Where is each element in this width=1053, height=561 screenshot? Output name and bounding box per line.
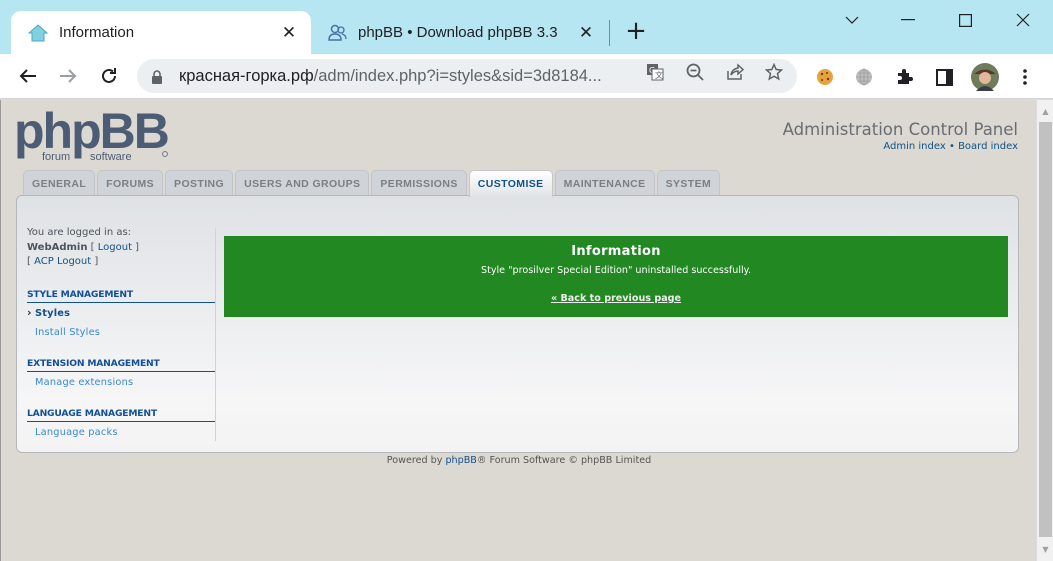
scroll-down-icon[interactable]: ▼	[1037, 541, 1053, 558]
logout-link[interactable]: Logout	[98, 242, 132, 253]
acp-tabs: GENERAL FORUMS POSTING USERS AND GROUPS …	[23, 170, 722, 197]
menu-heading-language-management: LANGUAGE MANAGEMENT	[27, 408, 215, 422]
minimize-icon[interactable]	[893, 8, 923, 32]
logo-sub-left: forum	[42, 151, 70, 163]
back-to-previous-page-link[interactable]: « Back to previous page	[551, 293, 681, 304]
sidebar-item-install-styles[interactable]: Install Styles	[27, 327, 215, 338]
url-path: /adm/index.php?i=styles&sid=3d8184...	[313, 66, 602, 85]
tab-general[interactable]: GENERAL	[23, 170, 96, 196]
sidebar-divider	[215, 228, 216, 441]
tab-title: Information	[59, 24, 135, 41]
browser-menu-icon[interactable]	[1014, 66, 1036, 88]
browser-tab-information[interactable]: Information ✕	[11, 11, 311, 54]
close-tab-icon[interactable]: ✕	[279, 23, 299, 43]
cookie-icon[interactable]	[814, 66, 836, 88]
phpbb-logo[interactable]: phpBB forum software	[14, 103, 174, 164]
page-title: Administration Control Panel	[782, 120, 1018, 139]
maximize-icon[interactable]	[950, 8, 980, 32]
scrollbar-thumb[interactable]	[1039, 122, 1052, 537]
url-host: красная-горка.рф	[179, 66, 314, 85]
main-panel: You are logged in as: WebAdmin [ Logout …	[16, 195, 1019, 453]
logged-in-label: You are logged in as:	[27, 227, 132, 238]
browser-chrome: Information ✕ phpBB • Download phpBB 3.3…	[0, 0, 1053, 100]
users-favicon-icon	[326, 22, 348, 44]
footer: Powered by phpBB® Forum Software © phpBB…	[1, 455, 1036, 466]
back-icon[interactable]	[14, 62, 42, 90]
username: WebAdmin	[27, 241, 88, 253]
header-links: Admin index • Board index	[883, 141, 1018, 152]
globe-icon[interactable]	[853, 66, 875, 88]
browser-tab-phpbb-download[interactable]: phpBB • Download phpBB 3.3 ✕	[318, 11, 608, 54]
url-text[interactable]: красная-горка.рф/adm/index.php?i=styles&…	[179, 67, 602, 86]
tab-forums[interactable]: FORUMS	[97, 170, 164, 196]
scroll-up-icon[interactable]: ▲	[1037, 103, 1053, 120]
house-favicon-icon	[27, 22, 49, 44]
phpbb-link[interactable]: phpBB	[445, 455, 476, 466]
zoom-out-icon[interactable]	[684, 61, 706, 83]
bookmark-star-icon[interactable]	[763, 61, 785, 83]
menu-heading-extension-management: EXTENSION MANAGEMENT	[27, 358, 215, 372]
tab-search-icon[interactable]	[837, 8, 867, 32]
information-message-box: Information Style "prosilver Special Edi…	[224, 236, 1008, 317]
board-index-link[interactable]: Board index	[958, 141, 1018, 152]
sidebar-item-styles[interactable]: Styles	[27, 306, 215, 319]
footer-prefix: Powered by	[386, 455, 446, 466]
reload-icon[interactable]	[95, 62, 123, 90]
link-separator: •	[948, 141, 955, 152]
tab-title: phpBB • Download phpBB 3.3	[358, 24, 558, 41]
tab-maintenance[interactable]: MAINTENANCE	[554, 170, 655, 196]
acp-logout-link[interactable]: ACP Logout	[34, 256, 91, 267]
tab-system[interactable]: SYSTEM	[656, 170, 721, 196]
window-close-icon[interactable]	[1008, 8, 1038, 32]
tab-permissions[interactable]: PERMISSIONS	[371, 170, 467, 196]
login-info: You are logged in as: WebAdmin [ Logout …	[27, 226, 215, 270]
page-content: phpBB forum software Administration Cont…	[0, 100, 1036, 561]
share-icon[interactable]	[724, 61, 746, 83]
sidebar: You are logged in as: WebAdmin [ Logout …	[27, 226, 215, 438]
puzzle-icon[interactable]	[893, 66, 915, 88]
admin-index-link[interactable]: Admin index	[883, 141, 945, 152]
profile-avatar[interactable]	[971, 63, 999, 91]
logo-sub-right: software	[90, 151, 132, 163]
forward-icon[interactable]	[54, 62, 82, 90]
tab-users-and-groups[interactable]: USERS AND GROUPS	[235, 170, 370, 196]
sidebar-item-manage-extensions[interactable]: Manage extensions	[27, 377, 215, 388]
tab-separator	[609, 20, 610, 46]
page-scrollbar[interactable]: ▲ ▼	[1036, 100, 1053, 561]
sidebar-item-language-packs[interactable]: Language packs	[27, 427, 215, 438]
menu-heading-style-management: STYLE MANAGEMENT	[27, 289, 215, 303]
close-tab-icon[interactable]: ✕	[576, 23, 596, 43]
browser-toolbar: красная-горка.рф/adm/index.php?i=styles&…	[0, 54, 1053, 99]
message-title: Information	[571, 244, 661, 259]
tab-customise[interactable]: CUSTOMISE	[468, 170, 553, 197]
message-text: Style "prosilver Special Edition" uninst…	[480, 265, 752, 276]
side-panel-icon[interactable]	[933, 66, 955, 88]
translate-icon[interactable]: G文	[644, 61, 666, 83]
svg-text:文: 文	[655, 70, 663, 80]
tab-posting[interactable]: POSTING	[165, 170, 234, 196]
lock-icon[interactable]	[151, 69, 163, 84]
new-tab-button[interactable]: +	[624, 18, 648, 44]
footer-suffix: ® Forum Software © phpBB Limited	[476, 455, 652, 466]
